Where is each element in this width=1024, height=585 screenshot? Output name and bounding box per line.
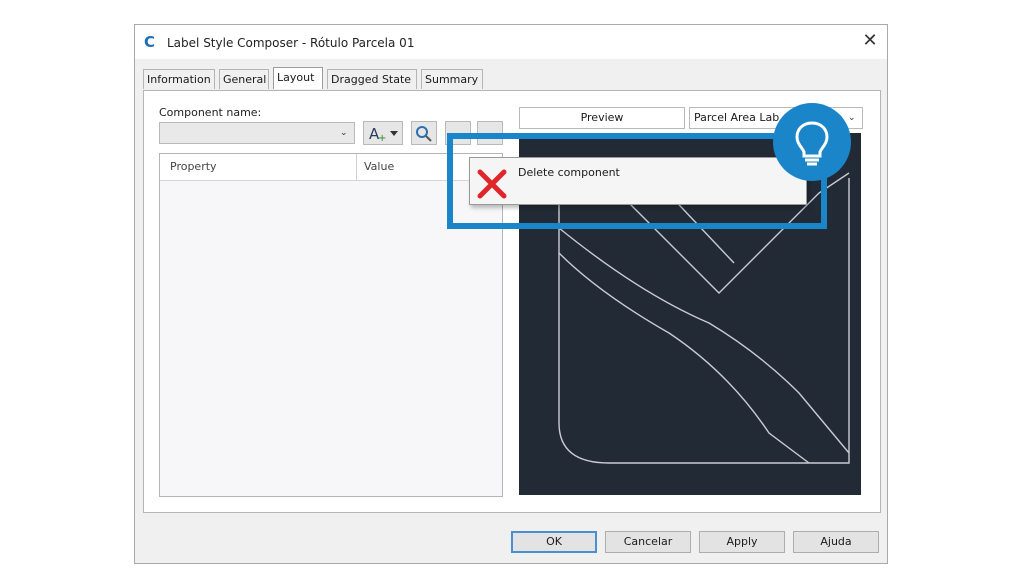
label-style-composer-dialog: C Label Style Composer - Rótulo Parcela … [134, 24, 888, 564]
column-property[interactable]: Property [170, 160, 217, 173]
copy-component-button[interactable] [411, 121, 437, 145]
svg-text:+: + [378, 133, 386, 144]
chevron-down-icon: ⌄ [340, 128, 348, 138]
tab-information[interactable]: Information [143, 69, 215, 89]
lightbulb-icon [773, 103, 851, 181]
window-title: Label Style Composer - Rótulo Parcela 01 [167, 36, 415, 50]
highlight-frame [447, 133, 827, 229]
preview-button[interactable]: Preview [519, 107, 685, 129]
help-button[interactable]: Ajuda [793, 531, 879, 553]
add-text-component-icon: A + [369, 125, 398, 144]
tab-dragged-state[interactable]: Dragged State [327, 69, 417, 89]
lightbulb-glyph [795, 121, 829, 166]
title-bar: C Label Style Composer - Rótulo Parcela … [135, 25, 887, 59]
column-divider [356, 154, 357, 180]
apply-button[interactable]: Apply [699, 531, 785, 553]
close-icon[interactable]: ✕ [859, 30, 881, 52]
ok-button[interactable]: OK [511, 531, 597, 553]
preview-style-value: Parcel Area Lab [694, 111, 780, 124]
component-name-label: Component name: [159, 106, 262, 119]
tab-general[interactable]: General [219, 69, 269, 89]
tab-summary[interactable]: Summary [421, 69, 483, 89]
tab-layout[interactable]: Layout [273, 67, 323, 89]
cancel-button[interactable]: Cancelar [605, 531, 691, 553]
component-name-dropdown[interactable]: ⌄ [159, 122, 355, 144]
magnifier-icon [416, 126, 432, 142]
column-value[interactable]: Value [364, 160, 394, 173]
civil3d-app-icon: C [144, 33, 156, 51]
add-component-button[interactable]: A + [363, 121, 403, 145]
